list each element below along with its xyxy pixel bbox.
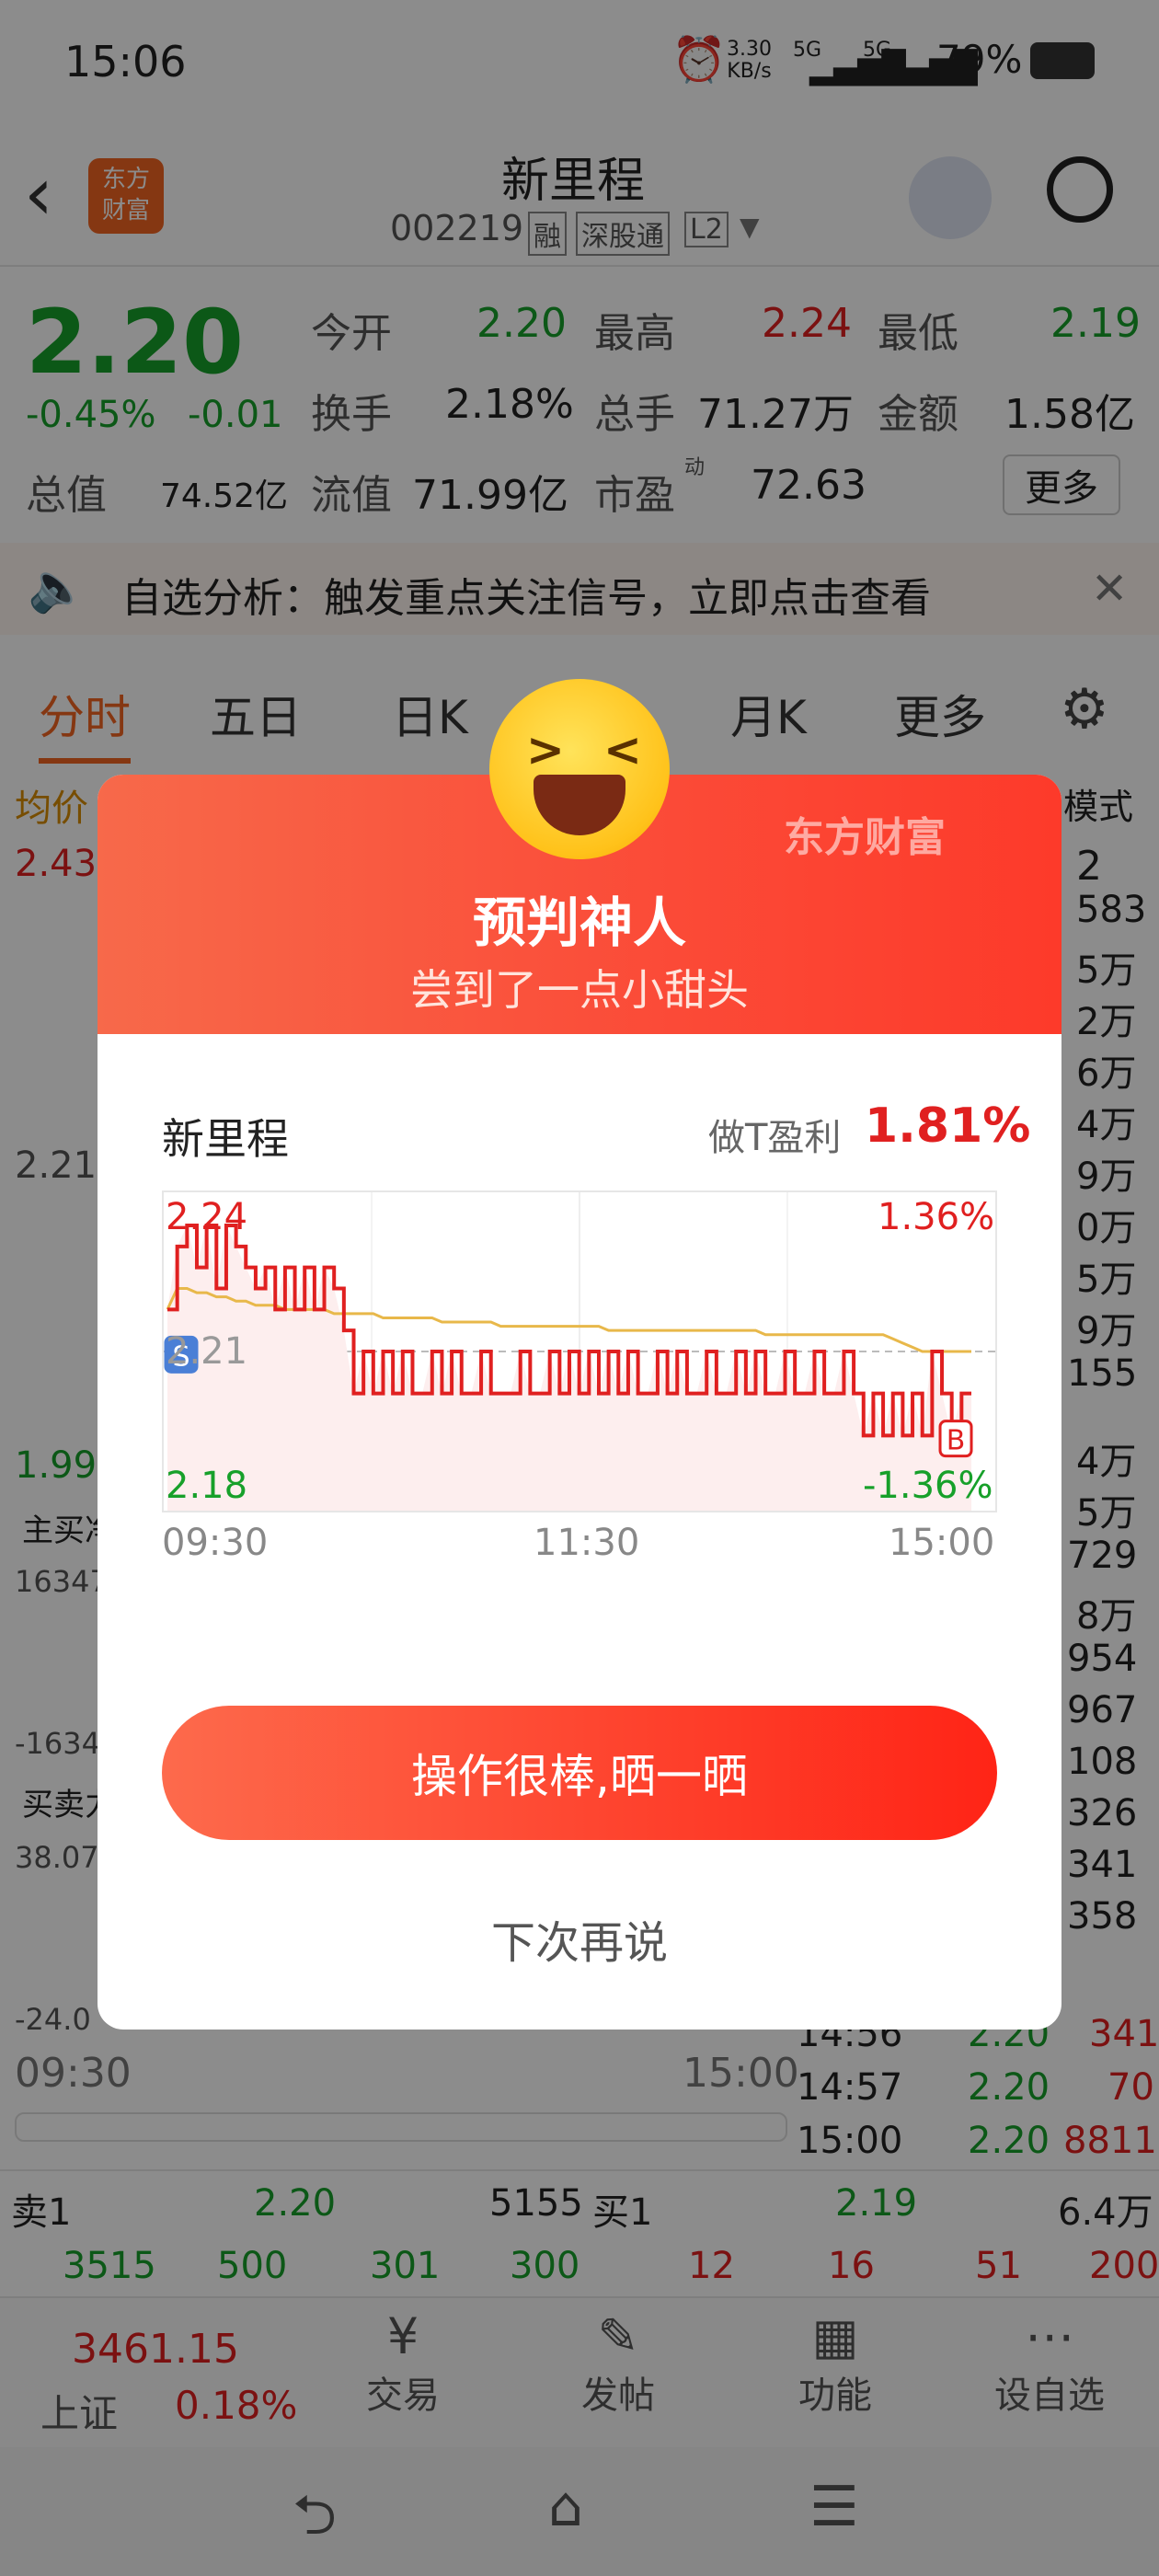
dialog-subtitle: 尝到了一点小甜头: [410, 965, 749, 1015]
x-tick-end: 15:00: [889, 1522, 995, 1564]
stock-name-label: 新里程: [162, 1114, 289, 1164]
later-button[interactable]: 下次再说: [98, 1906, 1061, 1971]
y-tick-high: 2.24: [166, 1196, 248, 1238]
dialog-title: 预判神人: [472, 891, 686, 954]
y-pct-low: -1.36%: [863, 1465, 993, 1507]
profit-label: 做T盈利: [708, 1117, 842, 1159]
laughing-emoji-icon: > <: [489, 679, 670, 859]
y-pct-high: 1.36%: [878, 1196, 995, 1238]
x-tick-mid: 11:30: [534, 1522, 640, 1564]
y-tick-low: 2.18: [166, 1465, 248, 1507]
brand-watermark: 东方财富: [784, 814, 946, 861]
share-button[interactable]: 操作很棒,晒一晒: [162, 1706, 997, 1840]
profit-value: 1.81%: [865, 1098, 1031, 1154]
emoji-eye-left: >: [526, 723, 565, 776]
profit-dialog: 东方财富 预判神人 尝到了一点小甜头 新里程 做T盈利 1.81% SB 2.2…: [98, 775, 1061, 2030]
intraday-chart-svg: SB: [164, 1192, 995, 1511]
svg-text:B: B: [947, 1425, 966, 1457]
buy-marker: B: [938, 1420, 973, 1458]
intraday-chart: SB 2.24 2.21 2.18 1.36% -1.36%: [162, 1190, 997, 1512]
emoji-eye-right: <: [603, 723, 642, 776]
y-tick-mid: 2.21: [166, 1330, 248, 1373]
emoji-mouth: [534, 775, 625, 835]
x-tick-start: 09:30: [162, 1522, 269, 1564]
